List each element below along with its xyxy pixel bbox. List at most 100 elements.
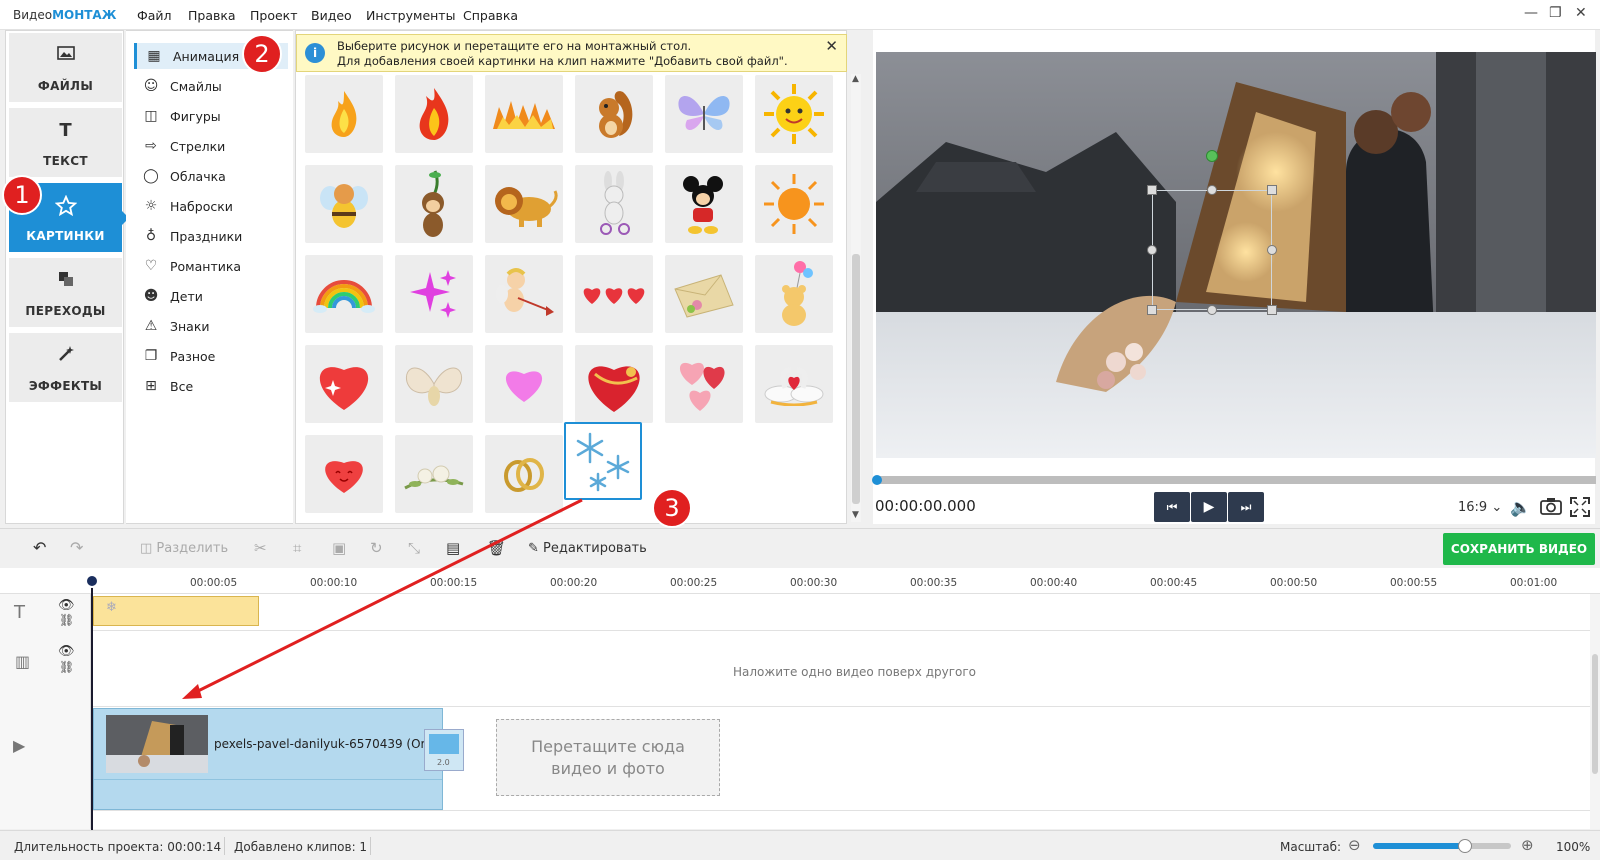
thumb-smiling-heart[interactable] [305,435,383,513]
audio-track[interactable] [94,779,442,809]
thumb-flowers[interactable] [395,435,473,513]
crop-icon[interactable]: ⌗ [293,539,301,557]
scrollbar-thumb[interactable] [1592,654,1598,774]
close-icon[interactable]: ✕ [1575,5,1587,21]
thumb-angel-wings[interactable] [395,345,473,423]
fill-icon[interactable]: ▣ [332,539,346,557]
undo-icon[interactable]: ↶ [33,538,46,557]
resize-handle[interactable] [1147,305,1157,315]
zoom-out-icon[interactable]: ⊖ [1348,836,1361,854]
thumb-butterfly[interactable] [665,75,743,153]
scroll-down-icon[interactable]: ▼ [852,510,859,520]
timeline-scrollbar[interactable] [1590,594,1600,829]
thumb-rings[interactable] [485,435,563,513]
menu-video[interactable]: Видео [311,8,352,23]
scroll-up-icon[interactable]: ▲ [852,74,859,84]
category-bubbles[interactable]: ◯ Облачка [134,163,288,189]
thumb-bee[interactable] [305,165,383,243]
resize-handle[interactable] [1267,305,1277,315]
thumb-letter[interactable] [665,255,743,333]
scissors-icon[interactable]: ✂ [254,539,267,557]
thumb-monkey[interactable] [395,165,473,243]
menu-help[interactable]: Справка [463,8,518,23]
category-arrows[interactable]: ⇨ Стрелки [134,133,288,159]
nav-transitions[interactable]: ПЕРЕХОДЫ [9,258,122,327]
thumb-cupid[interactable] [485,255,563,333]
category-romance[interactable]: ♡ Романтика [134,253,288,279]
thumb-squirrel[interactable] [575,75,653,153]
eye-icon[interactable]: 👁 [58,598,75,613]
thumb-sun[interactable] [755,165,833,243]
transition-box[interactable]: 2.0 [424,729,464,771]
playhead-handle[interactable] [85,574,99,588]
menu-edit[interactable]: Правка [188,8,236,23]
close-tip-icon[interactable]: ✕ [825,37,838,55]
video-clip[interactable]: pexels-pavel-danilyuk-6570439 (Original)… [93,708,464,810]
grid-scrollbar[interactable]: ▲ ▼ [851,74,861,522]
thumb-mickey[interactable] [665,165,743,243]
resize-handle[interactable] [1267,185,1277,195]
thumb-lion[interactable] [485,165,563,243]
resize-handle[interactable] [1207,305,1217,315]
thumb-teddy[interactable] [755,255,833,333]
menu-tools[interactable]: Инструменты [366,8,455,23]
link-icon[interactable]: ⛓ [59,660,74,674]
rotate-handle[interactable] [1206,150,1218,162]
category-all[interactable]: ⊞ Все [134,373,288,399]
minimize-icon[interactable]: — [1524,5,1538,21]
edit-button[interactable]: ✎ Редактировать [528,541,647,556]
nav-effects[interactable]: ЭФФЕКТЫ [9,333,122,402]
seek-bar[interactable] [876,476,1596,484]
play-button[interactable]: ▶ [1191,492,1227,522]
delete-icon[interactable]: 🗑 [487,539,506,557]
split-button[interactable]: ◫ Разделить [140,541,228,556]
camera-icon[interactable] [1540,496,1562,519]
resize-handle[interactable] [1207,185,1217,195]
nav-text[interactable]: T ТЕКСТ [9,108,122,177]
resize-handle[interactable] [1147,185,1157,195]
resize-icon[interactable]: ⤡ [408,539,420,557]
thumb-fire-row[interactable] [485,75,563,153]
scrollbar-thumb[interactable] [852,254,860,504]
resize-handle[interactable] [1267,245,1277,255]
save-video-button[interactable]: СОХРАНИТЬ ВИДЕО [1443,533,1595,565]
thumb-heart-ribbon[interactable] [575,345,653,423]
timeline-ruler[interactable]: 00:00:05 00:00:10 00:00:15 00:00:20 00:0… [0,568,1600,594]
thumb-sun-face[interactable] [755,75,833,153]
category-kids[interactable]: ☻ Дети [134,283,288,309]
thumb-hearts-pair[interactable] [665,345,743,423]
volume-icon[interactable]: 🔈 [1510,498,1531,518]
thumb-red-heart[interactable] [305,345,383,423]
eye-icon[interactable]: 👁 [58,644,75,659]
link-icon[interactable]: ⛓ [59,613,74,627]
overlay-selection-box[interactable] [1152,190,1272,310]
category-signs[interactable]: ⚠ Знаки [134,313,288,339]
video-preview[interactable] [876,52,1596,458]
menu-file[interactable]: Файл [137,8,172,23]
thumb-rainbow[interactable] [305,255,383,333]
redo-icon[interactable]: ↷ [70,538,83,557]
thumb-pink-heart[interactable] [485,345,563,423]
maximize-icon[interactable]: ❐ [1549,5,1562,21]
thumb-swans[interactable] [755,345,833,423]
rotate-icon[interactable]: ↻ [370,539,383,557]
drop-zone[interactable]: Перетащите сюда видео и фото [496,719,720,796]
prev-frame-button[interactable]: ⏮ [1154,492,1190,522]
thumb-snowflakes[interactable] [564,422,642,500]
thumb-sparkles[interactable] [395,255,473,333]
aspect-ratio-select[interactable]: 16:9 ⌄ [1458,500,1502,515]
zoom-in-icon[interactable]: ⊕ [1521,836,1534,854]
category-holidays[interactable]: ♁ Праздники [134,223,288,249]
playhead[interactable] [91,580,93,830]
nav-files[interactable]: ФАЙЛЫ [9,33,122,102]
zoom-slider-handle[interactable] [1458,839,1472,853]
category-misc[interactable]: ❐ Разное [134,343,288,369]
seek-handle[interactable] [872,475,882,485]
resize-handle[interactable] [1147,245,1157,255]
menu-project[interactable]: Проект [250,8,298,23]
category-shapes[interactable]: ◫ Фигуры [134,103,288,129]
category-sketches[interactable]: ☼ Наброски [134,193,288,219]
category-smileys[interactable]: ☺ Смайлы [134,73,288,99]
thumb-flame[interactable] [305,75,383,153]
fullscreen-icon[interactable] [1570,497,1590,520]
